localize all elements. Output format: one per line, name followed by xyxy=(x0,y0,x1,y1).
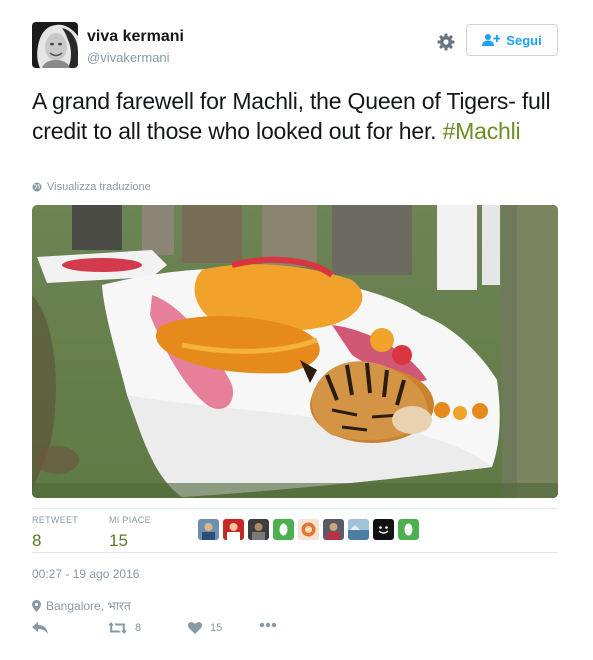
like-button[interactable]: 15 xyxy=(188,622,222,634)
more-dots-icon xyxy=(259,622,277,628)
divider-top xyxy=(32,508,558,509)
liker-avatar[interactable] xyxy=(323,519,344,540)
liker-avatar[interactable] xyxy=(298,519,319,540)
retweet-stat[interactable]: RETWEET 8 xyxy=(32,515,78,551)
like-count: 15 xyxy=(210,622,223,634)
avatar-image xyxy=(32,22,78,68)
gear-icon[interactable] xyxy=(436,32,456,52)
reply-icon xyxy=(32,622,48,634)
retweet-button[interactable]: 8 xyxy=(108,622,141,634)
tiger-funeral-image xyxy=(32,205,558,498)
translate-link[interactable]: Visualizza traduzione xyxy=(32,181,151,193)
likes-stat-value: 15 xyxy=(109,531,128,550)
likes-stat[interactable]: MI PIACE 15 xyxy=(109,515,151,551)
hashtag-link[interactable]: #Machli xyxy=(443,118,521,144)
liker-avatar[interactable] xyxy=(248,519,269,540)
avatar[interactable] xyxy=(32,22,78,68)
liker-avatar[interactable] xyxy=(373,519,394,540)
more-button[interactable] xyxy=(259,622,277,628)
location-pin-icon xyxy=(32,599,41,612)
globe-icon xyxy=(32,182,42,192)
liker-avatars xyxy=(198,519,419,540)
retweet-icon xyxy=(108,622,127,634)
liker-avatar[interactable] xyxy=(198,519,219,540)
retweet-stat-label: RETWEET xyxy=(32,515,79,525)
tweet-card: viva kermani @vivakermani Segui A grand … xyxy=(0,0,593,660)
liker-avatar[interactable] xyxy=(223,519,244,540)
user-handle[interactable]: @vivakermani xyxy=(87,50,170,65)
tweet-text: A grand farewell for Machli, the Queen o… xyxy=(32,86,552,146)
tweet-photo[interactable] xyxy=(32,205,558,498)
timestamp[interactable]: 00:27 - 19 ago 2016 xyxy=(32,567,139,581)
translate-label: Visualizza traduzione xyxy=(47,181,151,193)
user-plus-icon xyxy=(482,34,501,46)
user-name[interactable]: viva kermani xyxy=(87,28,184,46)
follow-button-label: Segui xyxy=(506,32,542,48)
retweet-count: 8 xyxy=(135,622,142,634)
follow-button[interactable]: Segui xyxy=(466,24,558,56)
reply-button[interactable] xyxy=(32,622,48,634)
retweet-stat-value: 8 xyxy=(32,531,42,550)
likes-stat-label: MI PIACE xyxy=(109,515,151,525)
location-label: Bangalore, भारत xyxy=(46,599,131,613)
liker-avatar[interactable] xyxy=(273,519,294,540)
heart-icon xyxy=(188,622,202,634)
location[interactable]: Bangalore, भारत xyxy=(32,597,131,614)
liker-avatar[interactable] xyxy=(398,519,419,540)
liker-avatar[interactable] xyxy=(348,519,369,540)
divider-bottom xyxy=(32,552,558,553)
